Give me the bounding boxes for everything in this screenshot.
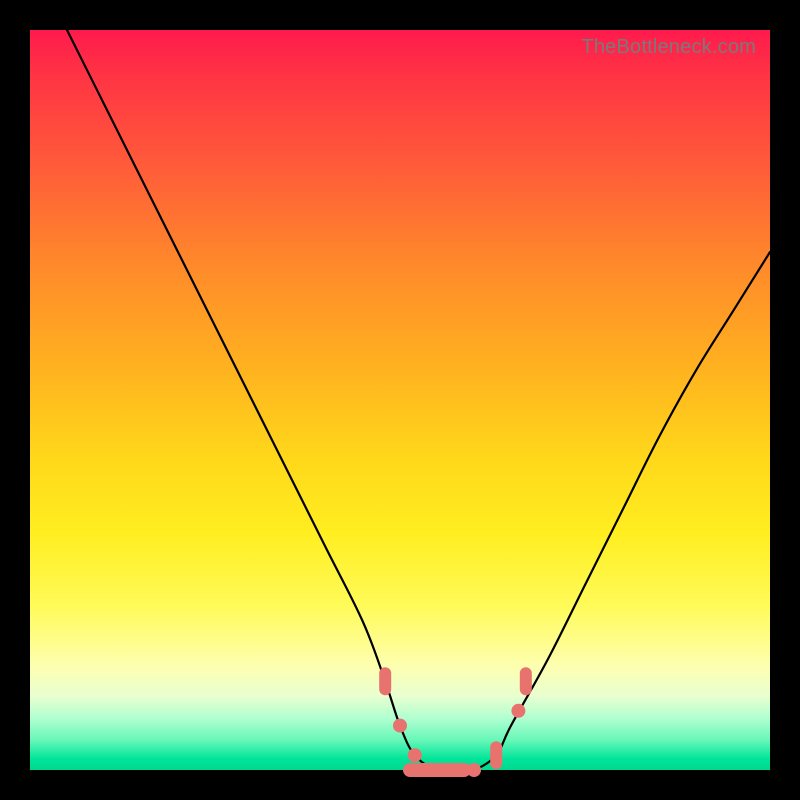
curve-line <box>67 30 770 771</box>
curve-marker-dot <box>511 704 525 718</box>
plot-area: TheBottleneck.com <box>30 30 770 770</box>
curve-markers <box>379 667 532 777</box>
curve-marker-pill <box>520 667 532 695</box>
chart-frame: TheBottleneck.com <box>0 0 800 800</box>
curve-marker-dot <box>393 719 407 733</box>
bottleneck-curve <box>30 30 770 770</box>
curve-marker-pill <box>379 667 391 695</box>
curve-marker-dot <box>467 763 481 777</box>
curve-marker-pill <box>490 741 502 769</box>
curve-marker-pill-long <box>403 763 471 777</box>
curve-marker-dot <box>408 748 422 762</box>
